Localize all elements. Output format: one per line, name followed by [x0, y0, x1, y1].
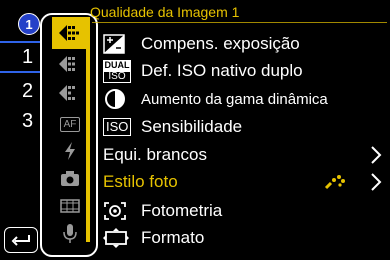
- menu-item-label: Equi. brancos: [103, 145, 207, 164]
- menu-item-white-balance[interactable]: Equi. brancos: [103, 142, 390, 168]
- video-tab[interactable]: [54, 193, 86, 219]
- camera-tab[interactable]: [54, 165, 86, 191]
- menu-item-label: Def. ISO nativo duplo: [141, 61, 303, 80]
- af-icon: AF: [59, 116, 81, 132]
- dual-iso-icon: DUAL ISO: [103, 59, 131, 83]
- metering-icon: [103, 199, 133, 223]
- photo-quality-icon: [59, 85, 75, 101]
- page-navigation: 1 1 2 3: [0, 0, 42, 260]
- af-tab[interactable]: AF: [54, 111, 86, 137]
- exposure-compensation-icon: [103, 32, 133, 56]
- return-arrow-icon: [11, 235, 30, 246]
- menu-item-label: Estilo foto: [103, 172, 178, 191]
- chevron-right-icon: [371, 173, 382, 191]
- menu-item-sensitivity[interactable]: ISO Sensibilidade: [103, 114, 390, 140]
- menu-item-label: Compens. exposição: [141, 34, 300, 53]
- menu-item-aspect-ratio[interactable]: Formato: [103, 225, 390, 251]
- photo-quality-tab-2[interactable]: [54, 51, 86, 77]
- menu-item-label: Aumento da gama dinâmica: [141, 90, 328, 108]
- dynamic-range-icon: [103, 87, 133, 111]
- menu-item-dynamic-range[interactable]: Aumento da gama dinâmica: [103, 86, 390, 112]
- page-3-label[interactable]: 3: [22, 110, 33, 133]
- menu-item-label: Fotometria: [141, 201, 223, 220]
- page-2-label[interactable]: 2: [22, 80, 33, 103]
- menu-item-dual-iso[interactable]: DUAL ISO Def. ISO nativo duplo: [103, 58, 390, 84]
- page-1-selector[interactable]: [0, 41, 42, 73]
- back-button[interactable]: [4, 227, 38, 253]
- photo-quality-tab-active[interactable]: [54, 20, 86, 46]
- audio-tab[interactable]: [54, 221, 86, 247]
- current-page-badge: 1: [18, 13, 40, 35]
- menu-item-photo-style[interactable]: Estilo foto: [103, 169, 390, 195]
- menu-item-exposure-compensation[interactable]: Compens. exposição: [103, 31, 390, 57]
- flash-tab[interactable]: [54, 138, 86, 164]
- menu-item-label: Formato: [141, 228, 205, 247]
- photo-style-value-icon: [324, 175, 345, 190]
- photo-quality-icon: [59, 25, 79, 41]
- photo-quality-icon: [59, 56, 75, 72]
- title-divider: [92, 22, 387, 23]
- flash-icon: [65, 142, 75, 160]
- film-strip-icon: [60, 199, 80, 213]
- page-1-label[interactable]: 1: [22, 46, 33, 69]
- iso-icon: ISO: [103, 115, 133, 139]
- menu-item-label: Sensibilidade: [141, 117, 243, 136]
- menu-title: Qualidade da Imagem 1: [90, 4, 240, 20]
- microphone-icon: [63, 224, 77, 243]
- aspect-ratio-icon: [103, 226, 133, 250]
- menu-item-metering[interactable]: Fotometria: [103, 198, 390, 224]
- chevron-right-icon: [371, 146, 382, 164]
- camera-icon: [61, 171, 79, 186]
- photo-quality-tab-3[interactable]: [54, 80, 86, 106]
